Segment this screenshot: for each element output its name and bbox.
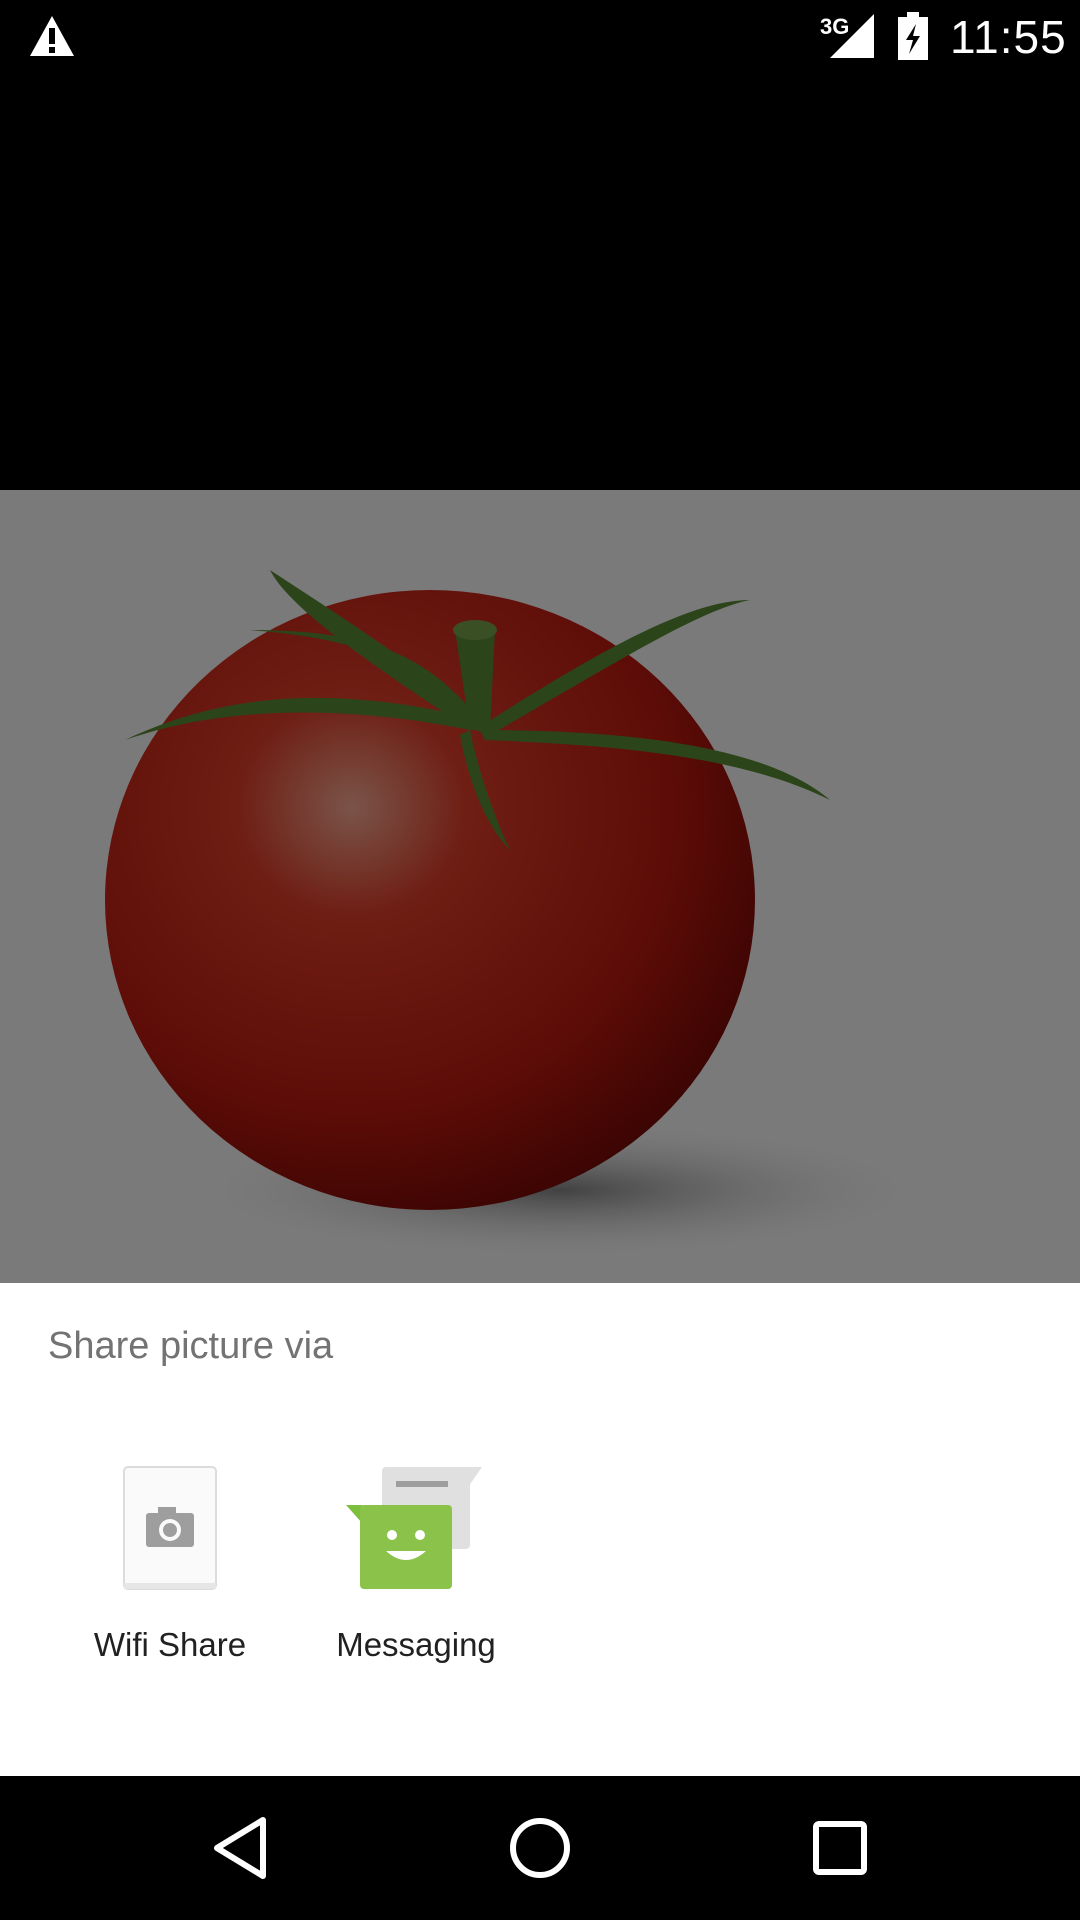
dim-overlay[interactable] bbox=[0, 75, 1080, 1283]
back-icon[interactable] bbox=[205, 1812, 277, 1884]
camera-icon bbox=[123, 1466, 217, 1590]
signal-icon bbox=[830, 14, 874, 58]
clock: 11:55 bbox=[950, 11, 1067, 63]
home-icon[interactable] bbox=[504, 1812, 576, 1884]
share-target-label: Messaging bbox=[336, 1626, 496, 1663]
messaging-icon bbox=[346, 1467, 482, 1589]
share-target-label: Wifi Share bbox=[93, 1626, 247, 1663]
status-bar: 3G 11:55 bbox=[0, 0, 1080, 75]
battery-charging-icon bbox=[898, 12, 928, 60]
warning-icon bbox=[30, 16, 74, 56]
share-target-messaging[interactable]: Messaging bbox=[316, 1463, 516, 1703]
share-target-wifi-share[interactable]: Wifi Share bbox=[70, 1463, 270, 1703]
navigation-bar bbox=[0, 1776, 1080, 1920]
share-sheet: Share picture via Wifi Share Messaging bbox=[0, 1283, 1080, 1776]
share-sheet-title: Share picture via bbox=[48, 1325, 334, 1367]
recents-icon[interactable] bbox=[804, 1812, 876, 1884]
